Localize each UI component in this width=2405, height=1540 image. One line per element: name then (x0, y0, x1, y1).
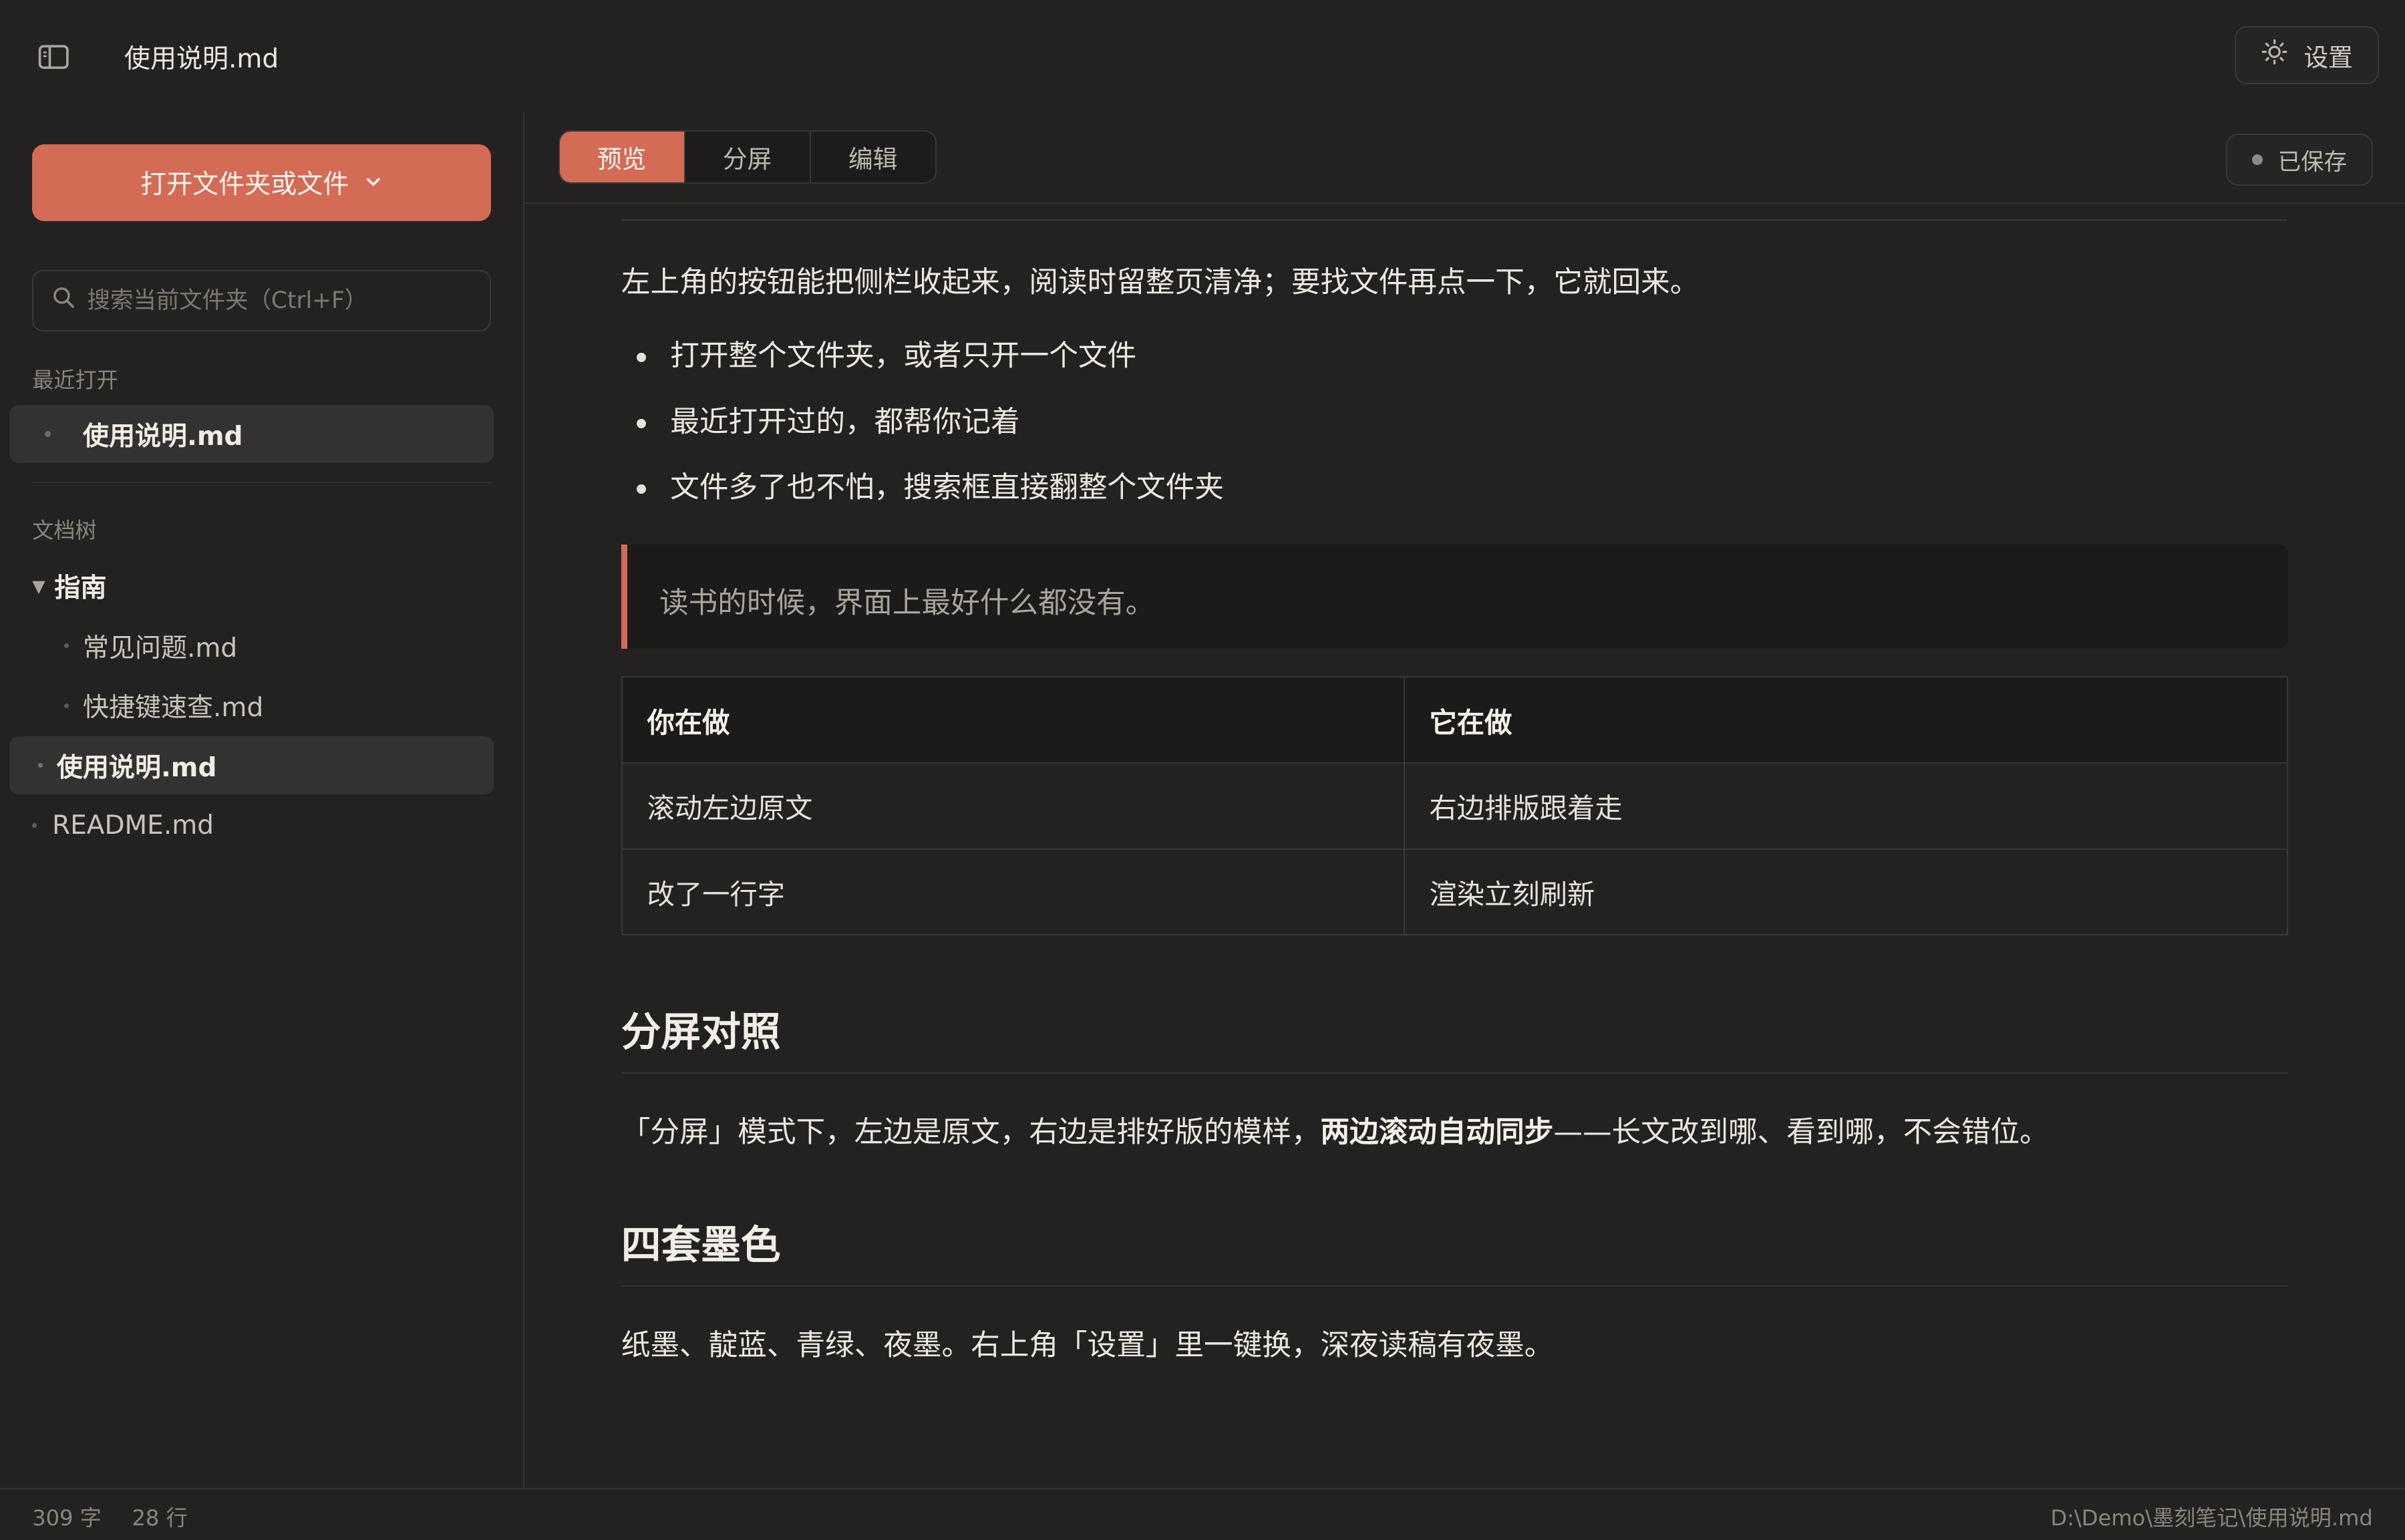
heading-rule (621, 1072, 2289, 1074)
comparison-table: 你在做 它在做 滚动左边原文 右边排版跟着走 改了一行字 渲染立刻刷新 (621, 676, 2289, 936)
blockquote: 读书的时候，界面上最好什么都没有。 (621, 545, 2289, 649)
search-input[interactable] (87, 287, 490, 314)
bullet-dot (64, 643, 69, 648)
split-paragraph: 「分屏」模式下，左边是原文，右边是排好版的模样，两边滚动自动同步——长文改到哪、… (621, 1108, 2049, 1150)
list-item: 打开整个文件夹，或者只开一个文件 (621, 336, 1224, 402)
table-cell: 滚动左边原文 (621, 762, 1405, 850)
blockquote-text: 读书的时候，界面上最好什么都没有。 (659, 586, 1155, 620)
status-bar: 309 字 28 行 D:\Demo\墨刻笔记\使用说明.md (0, 1488, 2405, 1540)
tree-folder-guide[interactable]: ▼ 指南 (32, 557, 106, 615)
settings-button[interactable]: 设置 (2235, 26, 2379, 85)
table-cell: 渲染立刻刷新 (1403, 848, 2289, 936)
app-window: 使用说明.md 设置 打开文件夹或文件 搜索当前文件夹（Ctrl+F） 最近打开… (0, 0, 2405, 1540)
table-row: 滚动左边原文 右边排版跟着走 (621, 762, 2289, 850)
save-status-badge: 已保存 (2225, 133, 2373, 186)
sun-icon (2261, 38, 2288, 71)
main-header: 预览 分屏 编辑 已保存 (524, 112, 2405, 204)
recent-item[interactable]: 使用说明.md (9, 405, 494, 464)
top-bar: 使用说明.md 设置 (0, 0, 2405, 112)
tab-split[interactable]: 分屏 (683, 132, 810, 182)
document-title: 使用说明.md (124, 44, 279, 75)
tree-item-faq[interactable]: 常见问题.md (64, 617, 237, 675)
split-paragraph-text-a: 「分屏」模式下，左边是原文，右边是排好版的模样， (621, 1115, 1321, 1149)
tree-folder-label: 指南 (54, 573, 107, 603)
bullet-dot (44, 431, 51, 438)
tree-item-shortcuts[interactable]: 快捷键速查.md (64, 676, 263, 734)
tab-edit[interactable]: 编辑 (809, 132, 935, 182)
chevron-down-icon (364, 168, 383, 198)
list-item: 最近打开过的，都帮你记着 (621, 402, 1224, 468)
heading-rule (621, 1285, 2289, 1287)
table-cell: 改了一行字 (621, 848, 1405, 936)
settings-label: 设置 (2303, 43, 2353, 72)
themes-paragraph: 纸墨、靛蓝、青绿、夜墨。右上角「设置」里一键换，深夜读稿有夜墨。 (621, 1328, 1554, 1362)
line-count: 28 行 (132, 1505, 188, 1531)
tree-item-usage-active[interactable]: 使用说明.md (9, 736, 494, 795)
search-box (32, 270, 491, 331)
split-paragraph-text-b: ——长文改到哪、看到哪，不会错位。 (1553, 1115, 2049, 1149)
tree-item-label: 常见问题.md (82, 633, 238, 663)
document-preview[interactable]: 左上角的按钮能把侧栏收起来，阅读时留整页清净；要找文件再点一下，它就回来。 打开… (524, 204, 2405, 1488)
section-heading-themes: 四套墨色 (621, 1223, 781, 1269)
tree-item-label: 使用说明.md (56, 752, 217, 783)
bullet-dot (32, 822, 37, 828)
table-header-row: 你在做 它在做 (621, 676, 2289, 764)
sidebar-separator (32, 481, 491, 484)
list-item: 文件多了也不怕，搜索框直接翻整个文件夹 (621, 468, 1224, 534)
split-paragraph-bold: 两边滚动自动同步 (1320, 1115, 1554, 1149)
open-button-label: 打开文件夹或文件 (140, 170, 349, 200)
save-status-label: 已保存 (2277, 148, 2348, 176)
bullet-dot (38, 763, 43, 768)
feature-list: 打开整个文件夹，或者只开一个文件 最近打开过的，都帮你记着 文件多了也不怕，搜索… (621, 336, 1224, 534)
table-cell: 右边排版跟着走 (1403, 762, 2289, 850)
table-header-cell: 你在做 (621, 676, 1405, 764)
tab-preview[interactable]: 预览 (559, 132, 684, 182)
tree-item-readme[interactable]: README.md (32, 796, 214, 855)
status-dot-icon (2251, 154, 2263, 165)
table-header-cell: 它在做 (1403, 676, 2289, 764)
intro-paragraph: 左上角的按钮能把侧栏收起来，阅读时留整页清净；要找文件再点一下，它就回来。 (621, 265, 1700, 299)
tree-item-label: README.md (52, 810, 214, 840)
sidebar-toggle-icon[interactable] (37, 40, 71, 74)
recent-section-label: 最近打开 (32, 367, 118, 394)
recent-item-label: 使用说明.md (82, 421, 243, 452)
tree-section-label: 文档树 (32, 518, 97, 544)
caret-down-icon: ▼ (32, 576, 45, 596)
heading-rule (621, 219, 2287, 221)
open-folder-or-file-button[interactable]: 打开文件夹或文件 (32, 144, 491, 221)
tree-item-label: 快捷键速查.md (82, 693, 264, 724)
view-mode-tabs: 预览 分屏 编辑 (558, 130, 937, 184)
section-heading-split: 分屏对照 (621, 1009, 781, 1056)
search-icon (52, 286, 75, 315)
bullet-dot (64, 703, 69, 708)
sidebar: 打开文件夹或文件 最近打开 使用说明.md 文档树 ▼ 指南 常见问题.md (0, 112, 523, 1489)
char-count: 309 字 (32, 1505, 102, 1531)
table-row: 改了一行字 渲染立刻刷新 (621, 848, 2289, 936)
file-path: D:\Demo\墨刻笔记\使用说明.md (2050, 1505, 2373, 1531)
